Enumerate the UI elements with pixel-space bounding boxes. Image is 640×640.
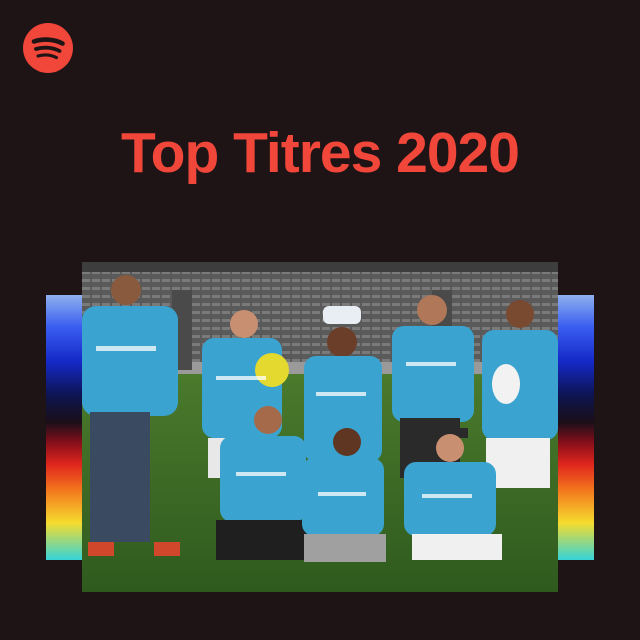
gradient-stripe-left [46,295,84,560]
gradient-stripe-right [556,295,594,560]
group-photo [82,262,558,592]
spotify-logo-icon [23,23,73,73]
playlist-cover: Top Titres 2020 [0,0,640,640]
playlist-title: Top Titres 2020 [121,121,520,185]
